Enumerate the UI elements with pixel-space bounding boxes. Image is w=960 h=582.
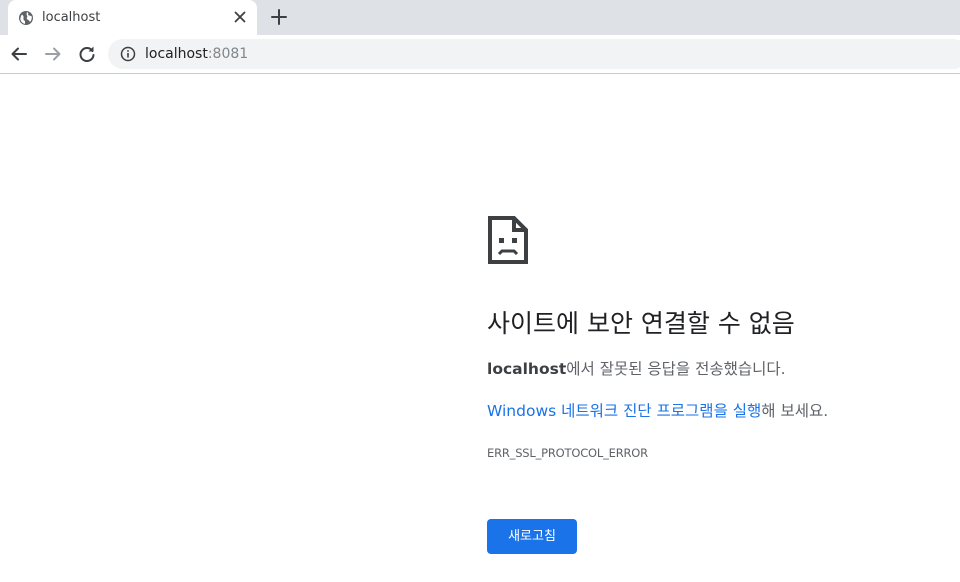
diagnostics-link[interactable]: Windows 네트워크 진단 프로그램을 실행 xyxy=(487,402,761,420)
close-icon[interactable] xyxy=(232,9,248,25)
url-port: :8081 xyxy=(207,46,249,62)
plus-icon[interactable] xyxy=(270,8,288,26)
error-message-suffix: 에서 잘못된 응답을 전송했습니다. xyxy=(566,360,786,378)
info-icon[interactable] xyxy=(120,46,136,62)
back-arrow-icon[interactable] xyxy=(9,44,29,64)
diagnostics-suggestion: Windows 네트워크 진단 프로그램을 실행해 보세요. xyxy=(487,400,828,422)
tab-localhost[interactable]: localhost xyxy=(8,0,257,35)
toolbar: localhost:8081 xyxy=(0,35,960,74)
error-message: localhost에서 잘못된 응답을 전송했습니다. xyxy=(487,358,786,380)
error-code: ERR_SSL_PROTOCOL_ERROR xyxy=(487,446,648,460)
globe-icon xyxy=(19,11,33,25)
address-bar[interactable]: localhost:8081 xyxy=(108,39,960,69)
reload-icon[interactable] xyxy=(77,44,97,64)
forward-arrow-icon[interactable] xyxy=(43,44,63,64)
tab-strip: localhost xyxy=(0,0,960,35)
diagnostics-suffix: 해 보세요. xyxy=(761,402,829,420)
tab-title: localhost xyxy=(42,10,101,25)
sad-page-icon xyxy=(488,216,528,264)
url-host: localhost xyxy=(145,46,208,62)
url-text[interactable]: localhost:8081 xyxy=(145,45,248,63)
error-host: localhost xyxy=(487,360,567,378)
reload-button[interactable]: 새로고침 xyxy=(487,519,577,554)
page-title: 사이트에 보안 연결할 수 없음 xyxy=(487,309,795,338)
